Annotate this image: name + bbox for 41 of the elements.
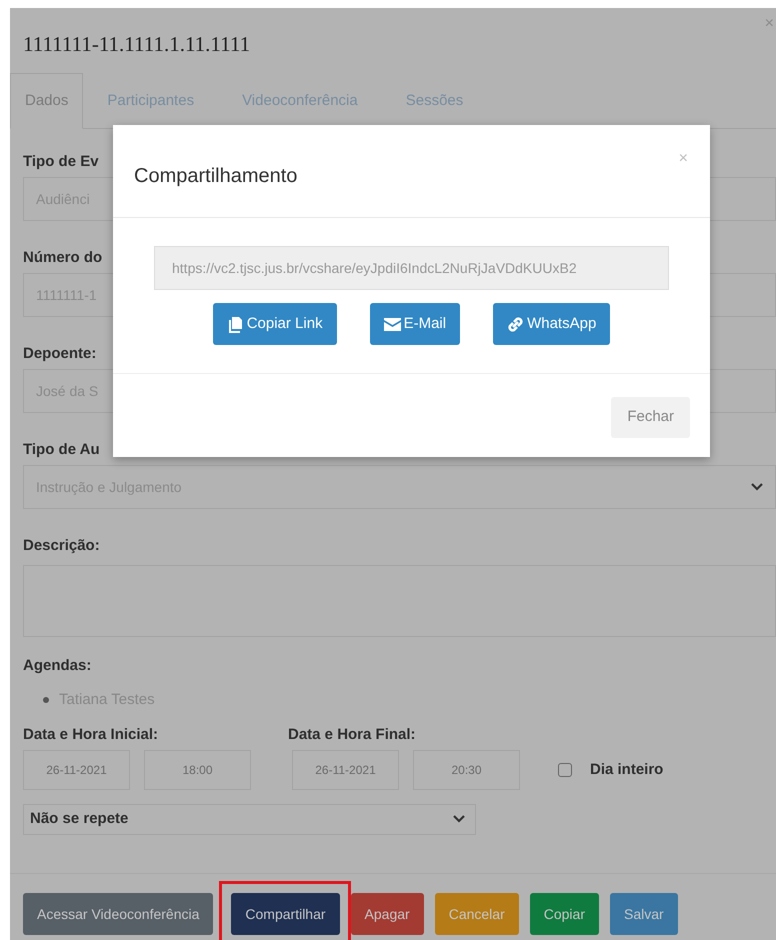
chevron-down-icon — [751, 483, 763, 491]
select-value: Não se repete — [30, 808, 128, 829]
tab[interactable]: Sessões — [382, 73, 488, 129]
close-button[interactable]: Fechar — [611, 397, 690, 438]
tab[interactable]: Videoconferência — [218, 73, 382, 129]
copy-icon — [226, 316, 244, 332]
close-button[interactable]: × — [678, 147, 688, 171]
field-label: Descrição: — [23, 536, 100, 556]
share-button[interactable]: E-Mail — [370, 303, 460, 345]
field-label: Tipo de Ev — [23, 152, 99, 172]
action-button[interactable]: Salvar — [610, 893, 678, 935]
field-label: Número do — [23, 248, 102, 268]
time-field[interactable]: 18:00 — [144, 750, 251, 790]
tab[interactable]: Participantes — [83, 73, 218, 129]
tab[interactable]: Dados — [10, 73, 84, 129]
date-field[interactable]: 26-11-2021 — [23, 750, 130, 790]
link-field[interactable]: https://vc2.tjsc.jus.br/vcshare/eyJpdiI6IndcL2NuRjJaVDdKUUxB2 — [154, 246, 669, 290]
section-label: Agendas: — [23, 656, 92, 676]
action-button[interactable]: Apagar — [350, 893, 424, 935]
action-button[interactable]: Copiar — [530, 893, 599, 935]
envelope-icon — [384, 318, 401, 330]
select-field[interactable]: Não se repete — [23, 804, 476, 834]
dialog-title: Compartilhamento — [134, 164, 298, 189]
checkbox-label: Dia inteiro — [590, 760, 664, 780]
field-label: Data e Hora Final: — [288, 724, 416, 744]
close-button[interactable]: × — [764, 12, 774, 36]
share-button[interactable]: WhatsApp — [493, 303, 610, 345]
action-button[interactable]: Compartilhar — [231, 893, 340, 935]
action-button[interactable]: Acessar Videoconferência — [23, 893, 214, 935]
field-label: Tipo de Au — [23, 440, 100, 460]
chevron-down-icon — [453, 815, 465, 823]
checkbox[interactable] — [558, 762, 572, 776]
share-button[interactable]: Copiar Link — [212, 303, 337, 345]
link-icon — [507, 316, 524, 332]
action-button[interactable]: Cancelar — [434, 893, 519, 935]
bullet-icon — [43, 697, 49, 704]
dialog-title: 1111111-11.1111.1.11.1111 — [23, 31, 250, 58]
field-label: Data e Hora Inicial: — [23, 724, 160, 744]
field-label: Depoente: — [23, 344, 96, 364]
time-field[interactable]: 20:30 — [413, 750, 520, 790]
date-field[interactable]: 26-11-2021 — [292, 750, 399, 790]
